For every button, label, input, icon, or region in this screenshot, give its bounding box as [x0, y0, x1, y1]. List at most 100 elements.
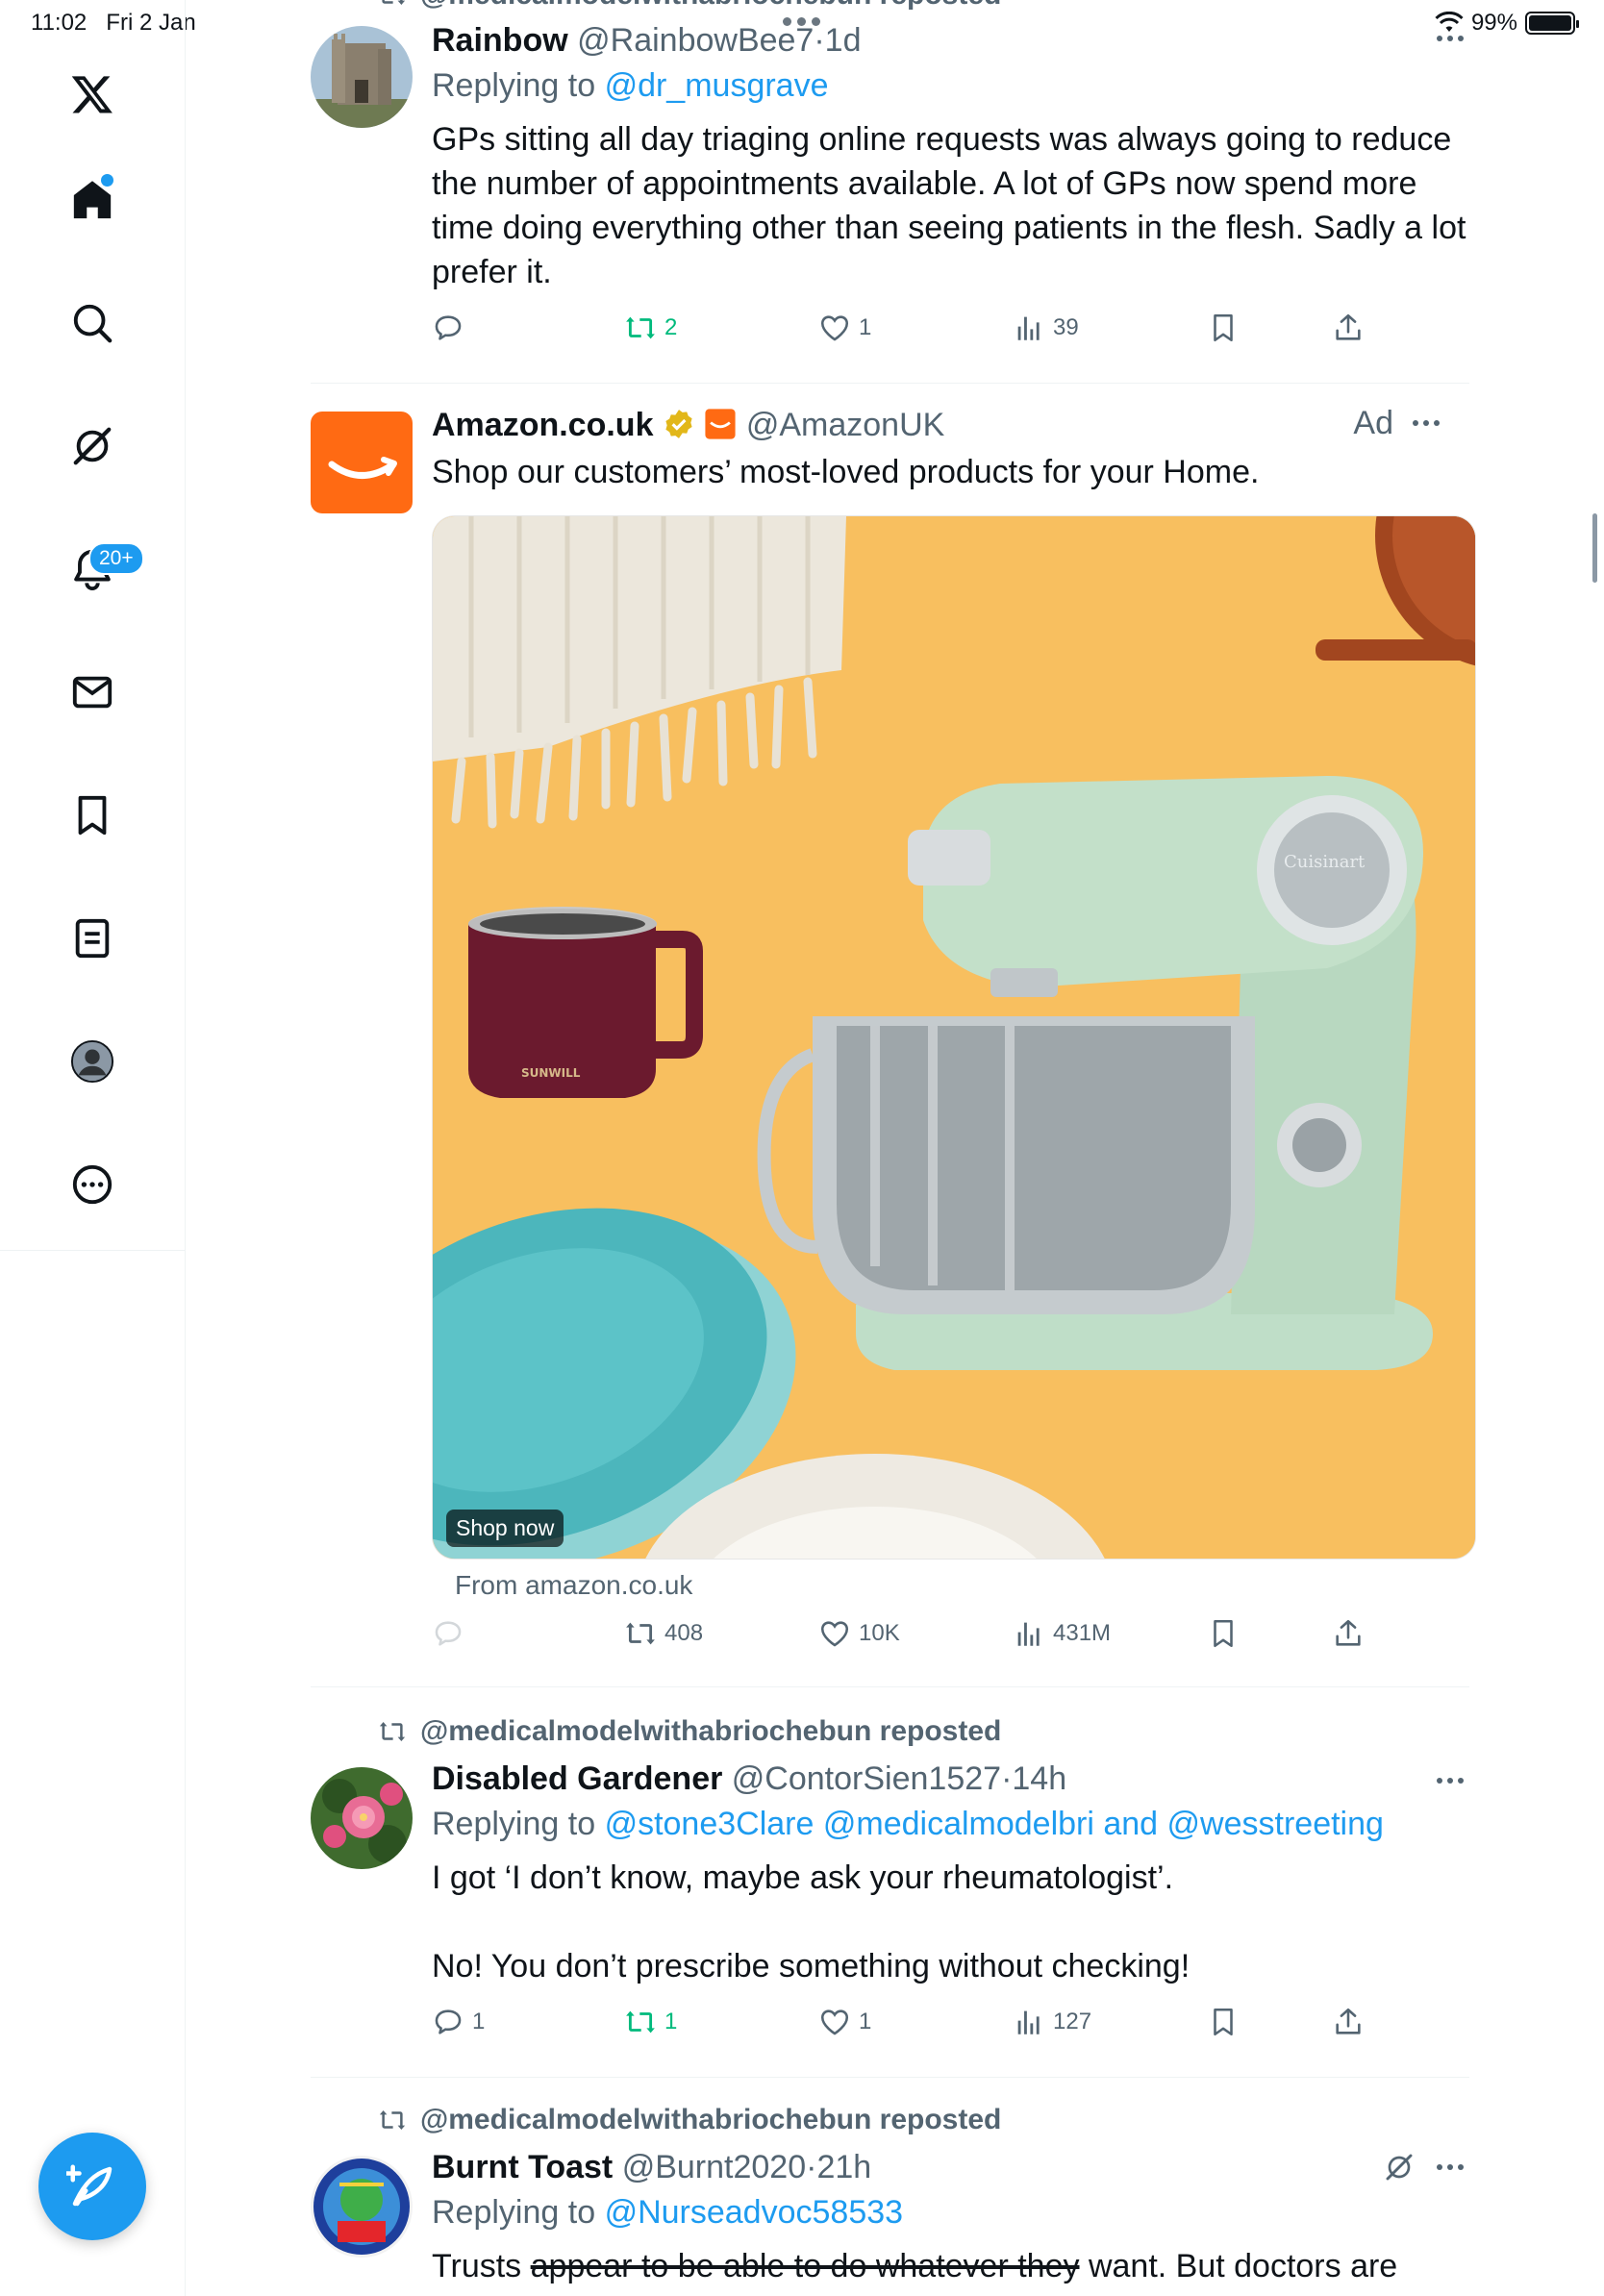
tweet-text: GPs sitting all day triaging online requ…	[432, 121, 1466, 290]
repost-button[interactable]: 2	[624, 312, 677, 344]
more-icon[interactable]	[58, 1150, 127, 1219]
user-handle[interactable]: @ContorSien1527	[732, 1760, 1001, 1797]
like-button[interactable]: 1	[818, 2006, 871, 2038]
reply-button[interactable]: 1	[432, 2006, 485, 2038]
grok-icon[interactable]	[58, 412, 127, 481]
shop-now-button[interactable]: Shop now	[446, 1510, 564, 1547]
battery-percent: 99%	[1470, 10, 1517, 36]
verified-gold-icon	[665, 410, 692, 438]
profile-icon[interactable]	[58, 1027, 127, 1096]
mug-brand-text: SUNWILL	[521, 1066, 581, 1080]
messages-icon[interactable]	[58, 658, 127, 727]
display-name[interactable]: Burnt Toast	[432, 2149, 613, 2185]
tweet-header: Amazon.co.uk @AmazonUK	[432, 404, 1470, 446]
grok-explain-button[interactable]	[1380, 2148, 1418, 2186]
avatar[interactable]	[311, 2156, 413, 2258]
lists-icon[interactable]	[58, 904, 127, 973]
more-options-button[interactable]	[1407, 404, 1445, 442]
repost-icon	[379, 1722, 406, 1741]
bookmark-button[interactable]	[1207, 312, 1240, 344]
replying-to-link[interactable]: @stone3Clare @medicalmodelbri and @wesst…	[605, 1806, 1384, 1842]
repost-header: @medicalmodelwithabriochebun reposted	[378, 0, 1001, 12]
search-icon[interactable]	[58, 288, 127, 358]
reply-button[interactable]	[432, 1617, 472, 1650]
user-handle[interactable]: @RainbowBee7	[577, 22, 814, 59]
notifications-badge: 20+	[88, 542, 144, 575]
tweet-text-line: I got ‘I don’t know, maybe ask your rheu…	[432, 1859, 1174, 1896]
repost-button[interactable]: 408	[624, 1617, 703, 1650]
bookmarks-icon[interactable]	[58, 781, 127, 850]
views-icon	[1017, 2010, 1040, 2034]
like-button[interactable]: 10K	[818, 1617, 900, 1650]
replying-to: Replying to @Nurseadvoc58533	[432, 2194, 904, 2231]
scrollbar-thumb[interactable]	[1592, 513, 1597, 583]
ad-text: Shop our customers’ most-loved products …	[432, 454, 1260, 490]
more-options-button[interactable]	[1431, 19, 1469, 58]
mixer-brand-text: Cuisinart	[1284, 852, 1366, 872]
heart-icon	[820, 1621, 849, 1647]
bookmark-icon	[1214, 313, 1233, 342]
ad-image[interactable]: SUNWILL Cuisinart Shop now	[432, 515, 1476, 1560]
repost-header: @medicalmodelwithabriochebun reposted	[378, 2104, 1001, 2136]
tweet-divider	[311, 2077, 1469, 2078]
tweet-text: I got ‘I don’t know, maybe ask your rheu…	[432, 1856, 1470, 1988]
bookmark-icon	[1214, 1619, 1233, 1648]
tweet-ad-amazon[interactable]: Amazon.co.uk @AmazonUK Shop our customer…	[186, 404, 1476, 1683]
tweet-divider	[311, 383, 1469, 384]
timeline: @medicalmodelwithabriochebun reposted Ra…	[186, 0, 1476, 2296]
compose-feather-icon	[66, 2164, 113, 2207]
views-button[interactable]: 431M	[1013, 1617, 1111, 1650]
repost-icon	[626, 316, 655, 339]
share-button[interactable]	[1332, 312, 1365, 344]
battery-icon	[1525, 12, 1579, 35]
replying-to: Replying to @dr_musgrave	[432, 67, 829, 104]
reply-icon	[435, 2009, 462, 2034]
reply-button[interactable]	[432, 312, 472, 344]
home-icon[interactable]	[58, 165, 127, 235]
reply-icon	[435, 1621, 462, 1646]
tweet-time[interactable]: ·21h	[806, 2149, 871, 2185]
tweet-header: Rainbow @RainbowBee7·1d	[432, 19, 1470, 62]
tweet-actions: 408 10K 431M	[432, 1617, 1422, 1665]
tweet-content: Rainbow @RainbowBee7·1d Replying to @dr_…	[432, 19, 1470, 294]
bookmark-button[interactable]	[1207, 2006, 1240, 2038]
amazon-affiliate-badge-icon	[705, 409, 736, 439]
user-handle[interactable]: @Burnt2020	[622, 2149, 806, 2185]
share-button[interactable]	[1332, 2006, 1365, 2038]
display-name[interactable]: Amazon.co.uk	[432, 407, 653, 443]
amazon-logo-avatar[interactable]	[311, 412, 413, 513]
heart-icon	[820, 2009, 849, 2035]
user-handle[interactable]: @AmazonUK	[746, 407, 944, 443]
display-name[interactable]: Rainbow	[432, 22, 568, 59]
replying-to-link[interactable]: @dr_musgrave	[605, 67, 829, 104]
home-unread-dot	[101, 174, 113, 187]
sidebar: 20+	[0, 0, 186, 2296]
x-logo-icon[interactable]	[58, 60, 127, 129]
bookmark-button[interactable]	[1207, 1617, 1240, 1650]
sidebar-divider	[0, 1250, 186, 1251]
ad-source[interactable]: From amazon.co.uk	[455, 1570, 692, 1601]
display-name[interactable]: Disabled Gardener	[432, 1760, 722, 1797]
tweet-actions: 2 1 39	[432, 312, 1422, 360]
repost-icon	[382, 0, 406, 5]
replying-to: Replying to @stone3Clare @medicalmodelbr…	[432, 1806, 1384, 1842]
tweet-time[interactable]: ·14h	[1001, 1760, 1066, 1797]
tweet-text: Trusts appear to be able to do whatever …	[432, 2248, 1398, 2284]
like-button[interactable]: 1	[818, 312, 871, 344]
views-button[interactable]: 127	[1013, 2006, 1091, 2038]
tweet-content: Burnt Toast @Burnt2020·21h Replying to @…	[432, 2146, 1470, 2288]
compose-post-button[interactable]	[38, 2133, 146, 2240]
tweet-time[interactable]: ·1d	[814, 22, 861, 59]
avatar[interactable]	[311, 1767, 413, 1869]
share-icon	[1336, 1619, 1361, 1646]
grok-icon	[1386, 2154, 1413, 2181]
avatar[interactable]	[311, 26, 413, 128]
repost-button[interactable]: 1	[624, 2006, 677, 2038]
repost-icon	[379, 2110, 406, 2130]
more-options-button[interactable]	[1431, 1761, 1469, 1800]
more-options-button[interactable]	[1431, 2148, 1469, 2186]
share-button[interactable]	[1332, 1617, 1365, 1650]
views-button[interactable]: 39	[1013, 312, 1079, 344]
tweet-header: Disabled Gardener @ContorSien1527·14h	[432, 1758, 1470, 1800]
replying-to-link[interactable]: @Nurseadvoc58533	[605, 2194, 903, 2231]
